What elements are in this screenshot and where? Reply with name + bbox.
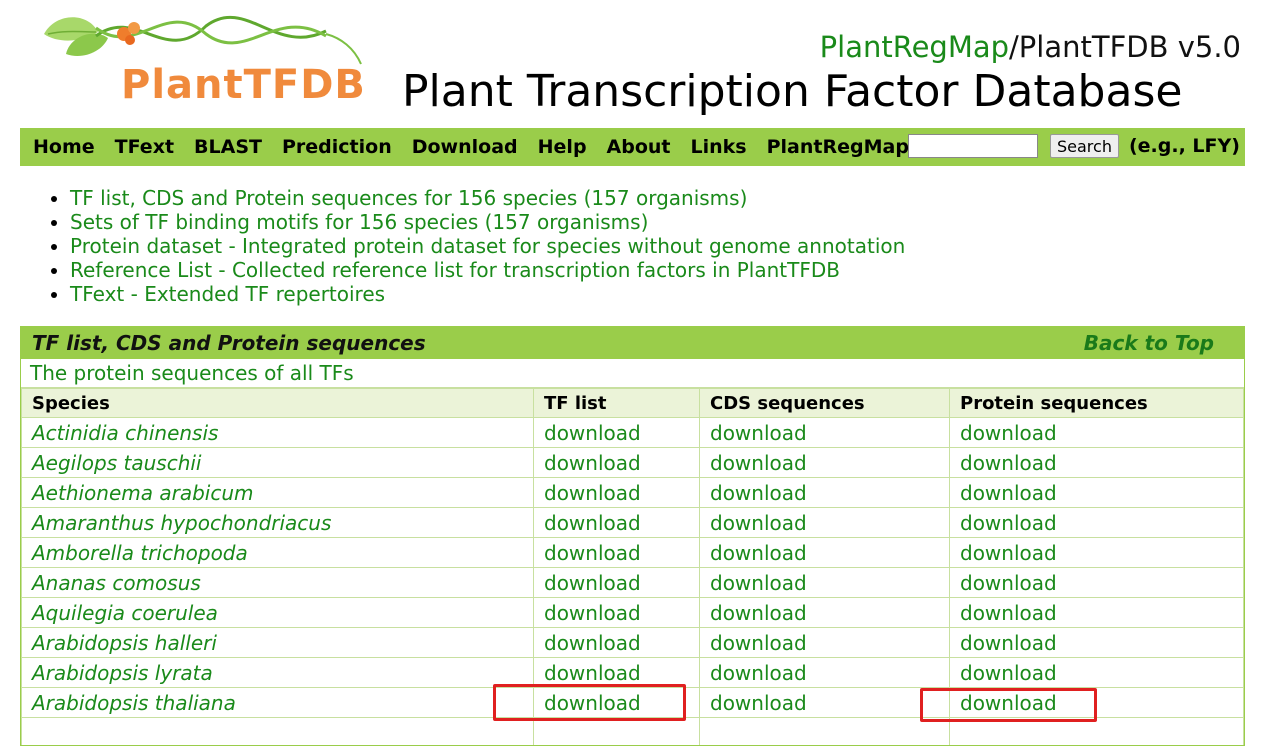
species-link[interactable]: Actinidia chinensis: [22, 418, 534, 448]
nav-plantregmap[interactable]: PlantRegMap: [767, 136, 909, 158]
protein-dataset-link[interactable]: Protein dataset - Integrated protein dat…: [70, 234, 905, 258]
tf-download-link[interactable]: download: [534, 538, 700, 568]
planttfdb-version: /PlantTFDB v5.0: [1009, 30, 1241, 64]
list-item: Reference List - Collected reference lis…: [70, 258, 905, 282]
tf-download-link[interactable]: download: [534, 508, 700, 538]
table-header-row: Species TF list CDS sequences Protein se…: [22, 389, 1244, 418]
species-link[interactable]: Arabidopsis halleri: [22, 628, 534, 658]
species-link[interactable]: Aquilegia coerulea: [22, 598, 534, 628]
protein-download-link[interactable]: download: [950, 628, 1244, 658]
cds-download-link[interactable]: download: [700, 598, 950, 628]
list-item: Sets of TF binding motifs for 156 specie…: [70, 210, 905, 234]
col-species: Species: [22, 389, 534, 418]
list-item: TF list, CDS and Protein sequences for 1…: [70, 186, 905, 210]
download-index: TF list, CDS and Protein sequences for 1…: [50, 186, 905, 306]
table-row: Arabidopsis halleri download download do…: [22, 628, 1244, 658]
cds-download-link[interactable]: download: [700, 418, 950, 448]
protein-download-link[interactable]: download: [950, 508, 1244, 538]
section-header: TF list, CDS and Protein sequences Back …: [21, 327, 1244, 359]
nav-home[interactable]: Home: [33, 136, 95, 158]
tf-sequences-section: TF list, CDS and Protein sequences Back …: [20, 326, 1245, 746]
brand-version: PlantRegMap/PlantTFDB v5.0: [820, 30, 1241, 64]
plantregmap-link[interactable]: PlantRegMap: [820, 30, 1009, 64]
protein-download-link[interactable]: download: [950, 538, 1244, 568]
species-link[interactable]: Amaranthus hypochondriacus: [22, 508, 534, 538]
table-row: Actinidia chinensis download download do…: [22, 418, 1244, 448]
species-link[interactable]: Aegilops tauschii: [22, 448, 534, 478]
species-link[interactable]: Aethionema arabicum: [22, 478, 534, 508]
species-link[interactable]: Ananas comosus: [22, 568, 534, 598]
protein-download-link[interactable]: download: [950, 478, 1244, 508]
search-example: (e.g., LFY): [1129, 135, 1240, 157]
tf-download-link[interactable]: download: [534, 628, 700, 658]
cds-download-link[interactable]: download: [700, 688, 950, 718]
planttfdb-logo[interactable]: PlantTFDB: [36, 6, 366, 106]
highlight-box-tf-list: [493, 684, 686, 721]
protein-download-link[interactable]: download: [950, 568, 1244, 598]
search-input[interactable]: [908, 134, 1038, 158]
list-item: TFext - Extended TF repertoires: [70, 282, 905, 306]
tf-download-link[interactable]: download: [534, 568, 700, 598]
nav-help[interactable]: Help: [538, 136, 587, 158]
protein-download-link[interactable]: download: [950, 448, 1244, 478]
motif-sets-link[interactable]: Sets of TF binding motifs for 156 specie…: [70, 210, 648, 234]
cds-download-link[interactable]: download: [700, 658, 950, 688]
species-link[interactable]: Arabidopsis lyrata: [22, 658, 534, 688]
table-row: Aethionema arabicum download download do…: [22, 478, 1244, 508]
logo-text: PlantTFDB: [121, 62, 366, 108]
table-row: Ananas comosus download download downloa…: [22, 568, 1244, 598]
tf-download-link[interactable]: download: [534, 418, 700, 448]
tf-download-link[interactable]: download: [534, 478, 700, 508]
col-protein: Protein sequences: [950, 389, 1244, 418]
table-row: Arabidopsis lyrata download download dow…: [22, 658, 1244, 688]
page-title: Plant Transcription Factor Database: [402, 66, 1182, 117]
reference-list-link[interactable]: Reference List - Collected reference lis…: [70, 258, 840, 282]
protein-download-link[interactable]: download: [950, 658, 1244, 688]
nav-download[interactable]: Download: [412, 136, 518, 158]
search-button[interactable]: Search: [1050, 134, 1119, 158]
tf-download-link[interactable]: download: [534, 598, 700, 628]
cds-download-link[interactable]: download: [700, 628, 950, 658]
tf-download-link[interactable]: download: [534, 658, 700, 688]
back-to-top-link[interactable]: Back to Top: [1084, 331, 1214, 355]
nav-blast[interactable]: BLAST: [194, 136, 262, 158]
table-row: Amaranthus hypochondriacus download down…: [22, 508, 1244, 538]
search-area: Search (e.g., LFY): [908, 134, 1240, 158]
nav-links[interactable]: Links: [691, 136, 747, 158]
cds-download-link[interactable]: download: [700, 478, 950, 508]
table-row: Amborella trichopoda download download d…: [22, 538, 1244, 568]
protein-download-link[interactable]: download: [950, 598, 1244, 628]
col-cds: CDS sequences: [700, 389, 950, 418]
protein-download-link[interactable]: download: [950, 418, 1244, 448]
section-title: TF list, CDS and Protein sequences: [32, 331, 426, 355]
cds-download-link[interactable]: download: [700, 508, 950, 538]
nav-tfext[interactable]: TFext: [115, 136, 174, 158]
all-tfs-protein-link[interactable]: The protein sequences of all TFs: [21, 359, 1244, 388]
list-item: Protein dataset - Integrated protein dat…: [70, 234, 905, 258]
main-nav: Home TFext BLAST Prediction Download Hel…: [20, 128, 1245, 166]
species-link[interactable]: Arabidopsis thaliana: [22, 688, 534, 718]
table-row: Aquilegia coerulea download download dow…: [22, 598, 1244, 628]
col-tf-list: TF list: [534, 389, 700, 418]
species-link[interactable]: Amborella trichopoda: [22, 538, 534, 568]
tf-list-link[interactable]: TF list, CDS and Protein sequences for 1…: [70, 186, 747, 210]
highlight-box-protein: [920, 688, 1097, 722]
tf-download-link[interactable]: download: [534, 448, 700, 478]
cds-download-link[interactable]: download: [700, 538, 950, 568]
cds-download-link[interactable]: download: [700, 568, 950, 598]
nav-prediction[interactable]: Prediction: [282, 136, 392, 158]
table-row: Aegilops tauschii download download down…: [22, 448, 1244, 478]
tfext-link[interactable]: TFext - Extended TF repertoires: [70, 282, 385, 306]
nav-about[interactable]: About: [607, 136, 671, 158]
cds-download-link[interactable]: download: [700, 448, 950, 478]
